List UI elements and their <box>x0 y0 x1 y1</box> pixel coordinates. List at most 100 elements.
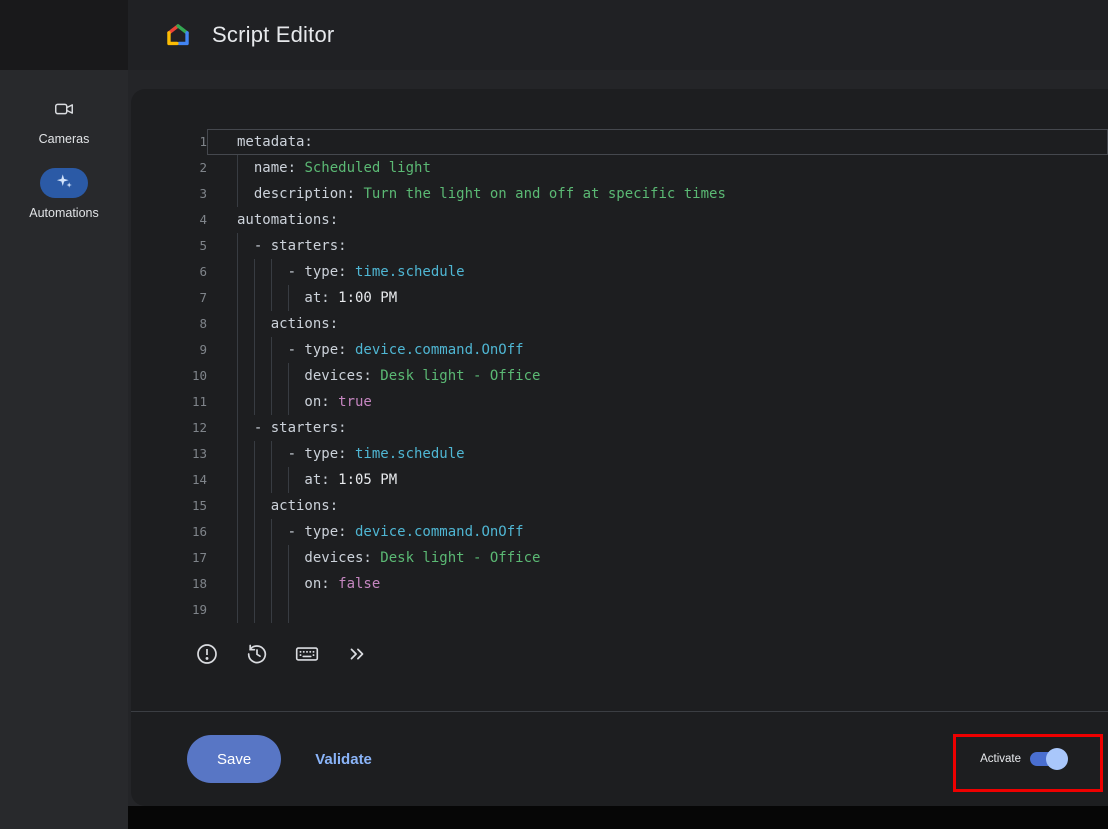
code-token: Turn the light on and off at specific ti… <box>355 186 726 202</box>
code-line[interactable]: - type: time.schedule <box>207 259 1108 285</box>
line-number: 2 <box>131 155 207 181</box>
indent-guide <box>271 571 272 597</box>
indent-guide <box>254 597 255 623</box>
code-line-row[interactable]: 18 on: false <box>131 571 1108 597</box>
code-token: at: <box>237 290 330 306</box>
validate-button[interactable]: Validate <box>315 751 372 768</box>
keyboard-button[interactable] <box>294 641 320 667</box>
code-line-row[interactable]: 14 at: 1:05 PM <box>131 467 1108 493</box>
code-line-row[interactable]: 17 devices: Desk light - Office <box>131 545 1108 571</box>
code-line[interactable]: - starters: <box>207 233 1108 259</box>
line-number: 19 <box>131 597 207 623</box>
code-editor[interactable]: 1metadata:2 name: Scheduled light3 descr… <box>131 129 1108 623</box>
code-line-row[interactable]: 8 actions: <box>131 311 1108 337</box>
indent-guide <box>271 597 272 623</box>
indent-guide <box>288 545 289 571</box>
code-line[interactable]: at: 1:00 PM <box>207 285 1108 311</box>
indent-guide <box>237 597 238 623</box>
code-line[interactable] <box>207 597 1108 623</box>
indent-guide <box>288 285 289 311</box>
indent-guide <box>271 363 272 389</box>
indent-guide <box>254 285 255 311</box>
code-line[interactable]: - type: device.command.OnOff <box>207 337 1108 363</box>
code-line[interactable]: - type: time.schedule <box>207 441 1108 467</box>
code-line-row[interactable]: 15 actions: <box>131 493 1108 519</box>
code-line[interactable]: actions: <box>207 311 1108 337</box>
code-token: true <box>330 394 372 410</box>
sidebar-item-cameras[interactable]: Cameras <box>39 94 90 146</box>
line-number: 5 <box>131 233 207 259</box>
toggle-knob <box>1046 748 1068 770</box>
code-line-row[interactable]: 3 description: Turn the light on and off… <box>131 181 1108 207</box>
code-line[interactable]: on: true <box>207 389 1108 415</box>
code-line-row[interactable]: 9 - type: device.command.OnOff <box>131 337 1108 363</box>
indent-guide <box>288 467 289 493</box>
history-button[interactable] <box>244 641 270 667</box>
sidebar-item-automations[interactable]: Automations <box>29 168 98 220</box>
sidebar: Cameras Automations <box>0 70 128 829</box>
indent-guide <box>254 467 255 493</box>
indent-guide <box>254 337 255 363</box>
code-line[interactable]: automations: <box>207 207 1108 233</box>
code-line[interactable]: description: Turn the light on and off a… <box>207 181 1108 207</box>
google-home-logo-icon <box>164 22 192 48</box>
line-number: 16 <box>131 519 207 545</box>
indent-guide <box>271 389 272 415</box>
code-line[interactable]: on: false <box>207 571 1108 597</box>
code-token: actions: <box>237 316 338 332</box>
code-line-row[interactable]: 10 devices: Desk light - Office <box>131 363 1108 389</box>
code-line-row[interactable]: 16 - type: device.command.OnOff <box>131 519 1108 545</box>
code-token: false <box>330 576 381 592</box>
code-token: on: <box>237 394 330 410</box>
indent-guide <box>237 545 238 571</box>
code-line[interactable]: devices: Desk light - Office <box>207 363 1108 389</box>
code-line-row[interactable]: 19 <box>131 597 1108 623</box>
code-line-row[interactable]: 12 - starters: <box>131 415 1108 441</box>
code-line[interactable]: - type: device.command.OnOff <box>207 519 1108 545</box>
indent-guide <box>237 441 238 467</box>
problems-button[interactable] <box>194 641 220 667</box>
indent-guide <box>254 545 255 571</box>
code-token: name: <box>237 160 296 176</box>
line-number: 9 <box>131 337 207 363</box>
indent-guide <box>271 545 272 571</box>
indent-guide <box>254 571 255 597</box>
line-number: 13 <box>131 441 207 467</box>
double-chevron-right-icon <box>346 643 368 665</box>
activate-toggle[interactable] <box>1030 751 1066 767</box>
code-line-row[interactable]: 5 - starters: <box>131 233 1108 259</box>
line-number: 11 <box>131 389 207 415</box>
code-line[interactable]: devices: Desk light - Office <box>207 545 1108 571</box>
indent-guide <box>237 493 238 519</box>
code-line-row[interactable]: 2 name: Scheduled light <box>131 155 1108 181</box>
sparkle-icon <box>54 171 74 196</box>
save-button[interactable]: Save <box>187 735 281 783</box>
line-number: 14 <box>131 467 207 493</box>
code-line[interactable]: at: 1:05 PM <box>207 467 1108 493</box>
code-line-row[interactable]: 11 on: true <box>131 389 1108 415</box>
code-line-row[interactable]: 7 at: 1:00 PM <box>131 285 1108 311</box>
code-token: - starters: <box>237 420 347 436</box>
code-token: on: <box>237 576 330 592</box>
indent-guide <box>254 519 255 545</box>
activate-label: Activate <box>980 753 1021 765</box>
code-token: - starters: <box>237 238 347 254</box>
code-token: time.schedule <box>347 264 465 280</box>
indent-guide <box>271 285 272 311</box>
top-bar: Script Editor <box>0 0 1108 70</box>
code-line[interactable]: - starters: <box>207 415 1108 441</box>
line-number: 7 <box>131 285 207 311</box>
indent-guide <box>254 311 255 337</box>
code-line[interactable]: metadata: <box>207 129 1108 155</box>
script-editor-card: 1metadata:2 name: Scheduled light3 descr… <box>131 89 1108 806</box>
code-line-row[interactable]: 6 - type: time.schedule <box>131 259 1108 285</box>
indent-guide <box>237 571 238 597</box>
more-tools-button[interactable] <box>344 641 370 667</box>
code-token: Desk light - Office <box>372 550 541 566</box>
code-line-row[interactable]: 1metadata: <box>131 129 1108 155</box>
code-line-row[interactable]: 4automations: <box>131 207 1108 233</box>
code-line-row[interactable]: 13 - type: time.schedule <box>131 441 1108 467</box>
code-line[interactable]: actions: <box>207 493 1108 519</box>
content-area: 1metadata:2 name: Scheduled light3 descr… <box>128 70 1108 829</box>
code-line[interactable]: name: Scheduled light <box>207 155 1108 181</box>
